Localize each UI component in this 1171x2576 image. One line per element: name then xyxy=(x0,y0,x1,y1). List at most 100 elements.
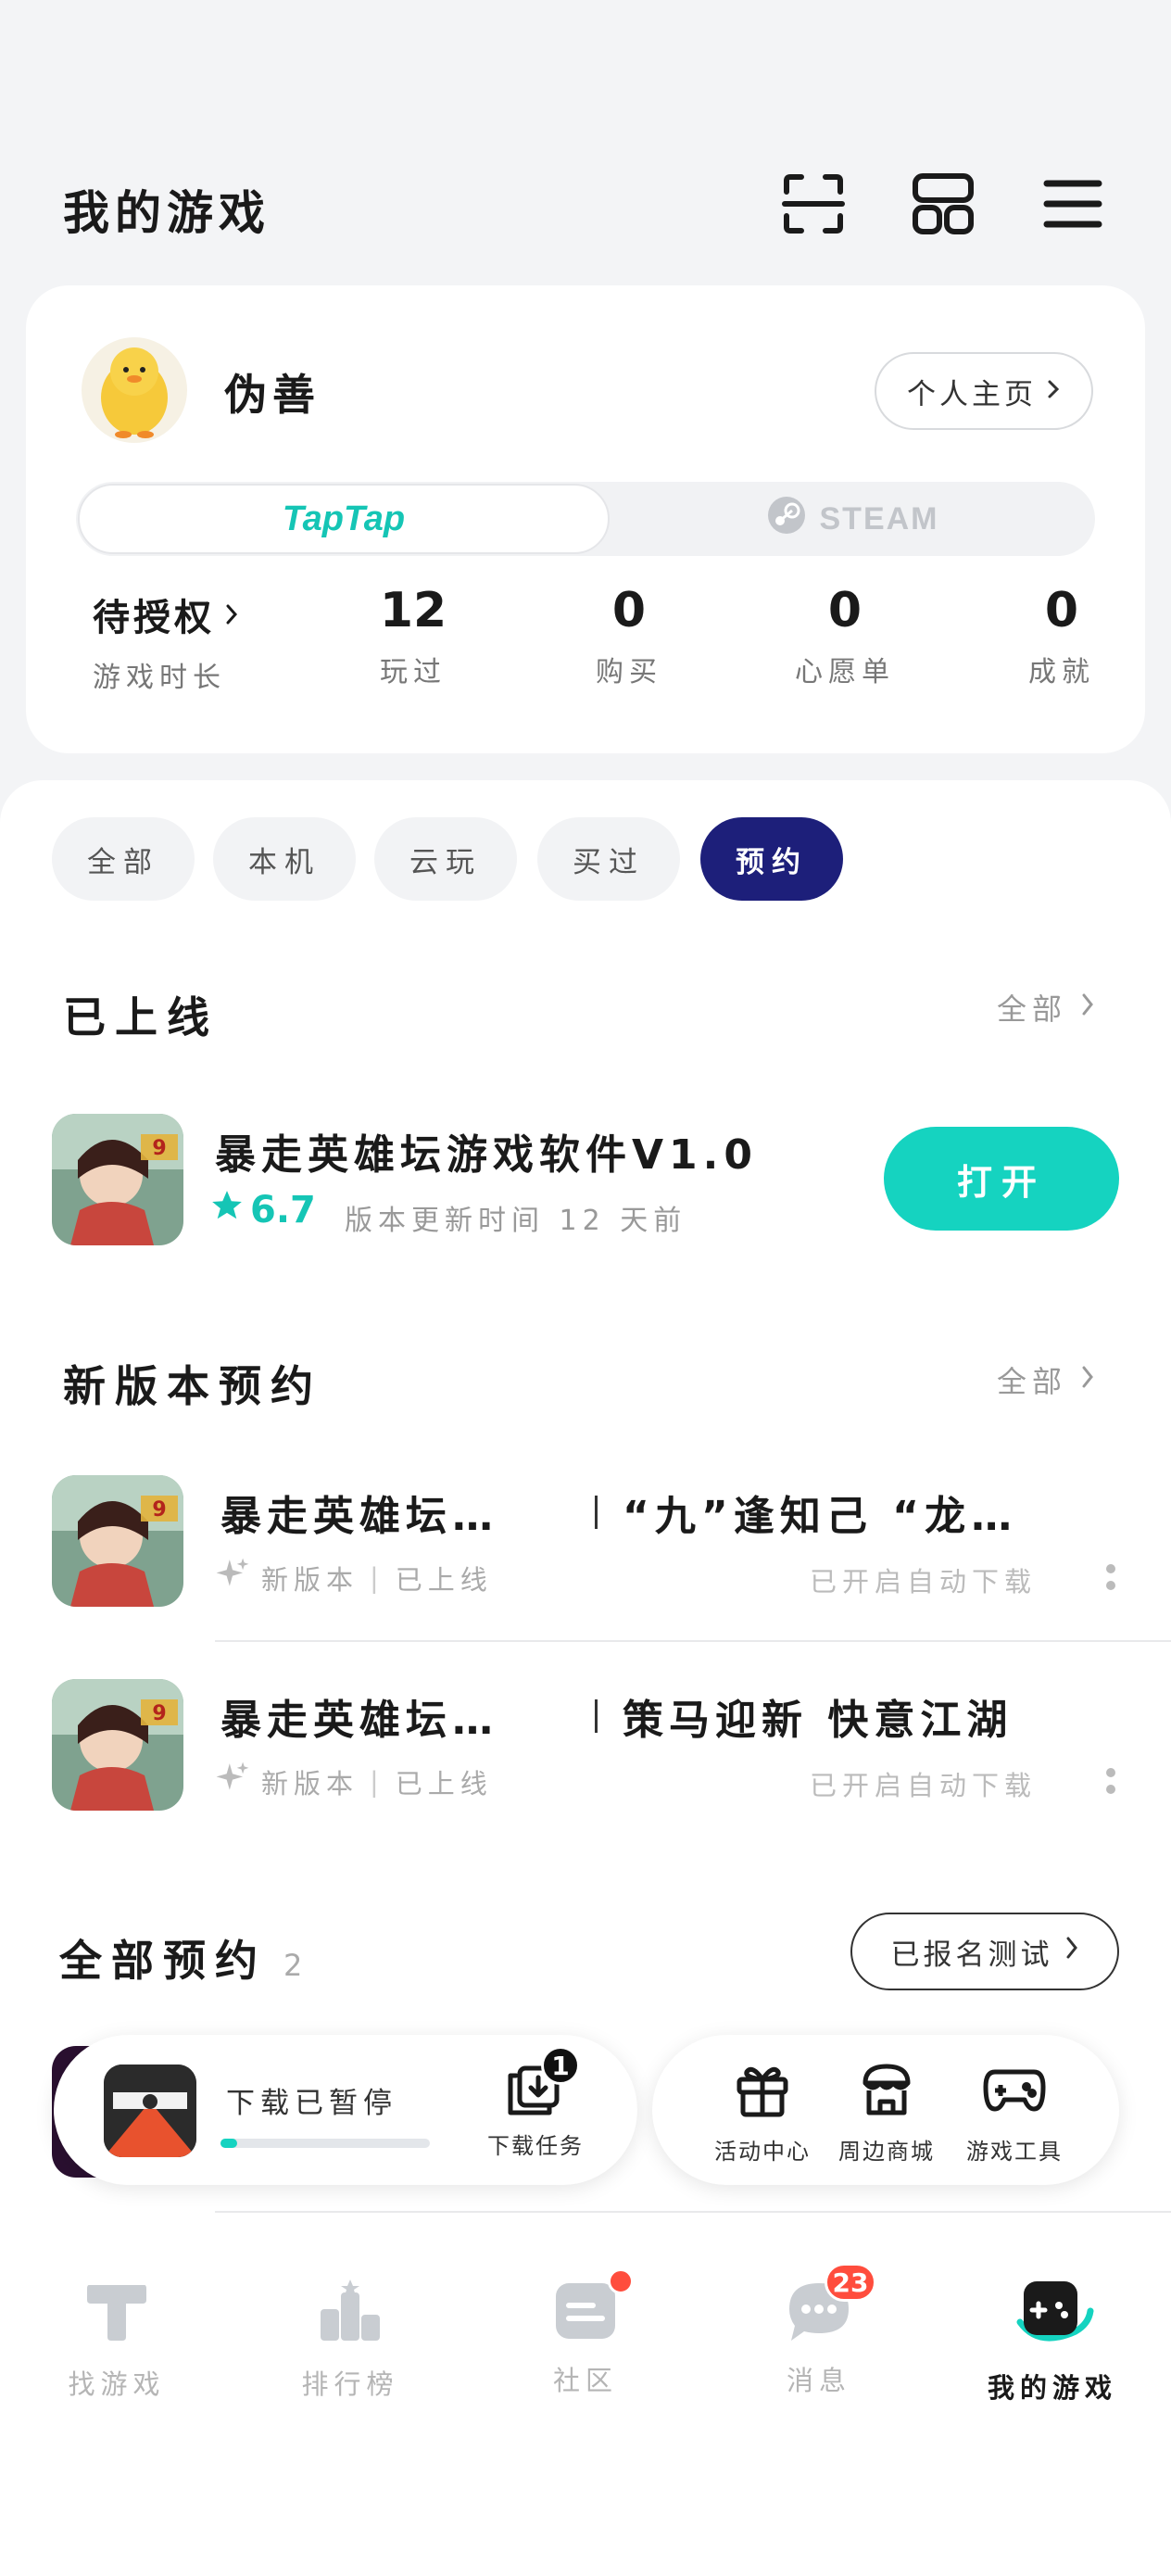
game-tools-button[interactable]: 游戏工具 xyxy=(945,2059,1084,2166)
reservation-headline[interactable]: 策马迎新 快意江湖 xyxy=(623,1686,1013,1746)
download-tasks-label: 下载任务 xyxy=(487,2133,584,2159)
section-title-all-reservations: 全部预约 xyxy=(59,1936,267,1986)
stat-value: 12 xyxy=(379,583,447,638)
nav-label: 排行榜 xyxy=(301,2368,399,2400)
all-reservations-header: 全部预约 2 xyxy=(59,1927,302,1989)
filter-cloud[interactable]: 云玩 xyxy=(374,817,517,901)
homepage-label: 个人主页 xyxy=(907,377,1037,411)
steam-label: STEAM xyxy=(819,500,939,537)
see-all-label: 全部 xyxy=(997,1364,1068,1399)
layout-grid-icon[interactable] xyxy=(908,169,978,239)
chevron-right-icon xyxy=(1080,1362,1095,1397)
chevron-right-icon xyxy=(1064,1935,1079,1968)
new-version-see-all[interactable]: 全部 xyxy=(997,1358,1095,1401)
game-rating: 6.7 xyxy=(209,1188,316,1232)
auto-download-note: 已开启自动下载 xyxy=(810,1566,1038,1597)
download-progress-track xyxy=(220,2139,430,2148)
update-note: 版本更新时间 12 天前 xyxy=(345,1205,687,1237)
filter-purchased[interactable]: 买过 xyxy=(537,817,680,901)
more-options-icon[interactable] xyxy=(1106,1768,1115,1794)
game-icon[interactable]: 9 xyxy=(52,1114,183,1245)
bottom-nav: 找游戏 排行榜 社区 23 消息 我的游戏 xyxy=(0,2244,1171,2576)
personal-homepage-button[interactable]: 个人主页 xyxy=(875,352,1093,430)
nav-community[interactable]: 社区 xyxy=(493,2268,678,2398)
nav-label: 我的游戏 xyxy=(987,2372,1117,2404)
tab-taptap[interactable]: TapTap xyxy=(78,484,610,554)
nav-find-games[interactable]: 找游戏 xyxy=(24,2276,209,2402)
games-list-sheet: 全部 本机 云玩 买过 预约 已上线 全部 9 暴走英雄坛游戏软件V1.0 6.… xyxy=(0,780,1171,2244)
event-center-button[interactable]: 活动中心 xyxy=(693,2059,832,2166)
pending-authorization[interactable]: 待授权 游戏时长 xyxy=(93,587,239,695)
my-games-icon xyxy=(1011,2281,1094,2354)
sparkle-icon xyxy=(215,1557,250,1598)
reservation-meta: 新版本 | 已上线 xyxy=(215,1761,493,1802)
stat-label: 购买 xyxy=(596,656,662,688)
filter-local[interactable]: 本机 xyxy=(213,817,356,901)
pending-sub-label: 游戏时长 xyxy=(93,662,226,694)
nav-rankings[interactable]: 排行榜 xyxy=(258,2276,443,2402)
row-divider xyxy=(215,2211,1171,2213)
menu-icon[interactable] xyxy=(1038,169,1108,239)
rankings-icon xyxy=(315,2279,385,2350)
stat-wishlist[interactable]: 0 心愿单 xyxy=(752,580,938,689)
chevron-right-icon xyxy=(1080,990,1095,1025)
notification-dot xyxy=(608,2268,634,2294)
task-count-badge: 1 xyxy=(541,2046,580,2085)
reservation-game-name[interactable]: 暴走英雄坛… xyxy=(220,1483,498,1542)
stat-achievements[interactable]: 0 成就 xyxy=(969,580,1154,689)
svg-text:9: 9 xyxy=(152,1498,166,1522)
download-panel[interactable]: 下载已暂停 1 下载任务 xyxy=(54,2035,637,2185)
merch-store-button[interactable]: 周边商城 xyxy=(817,2059,956,2166)
reservation-meta: 新版本 | 已上线 xyxy=(215,1557,493,1598)
pending-label: 待授权 xyxy=(93,597,215,639)
signup-label: 已报名测试 xyxy=(890,1938,1053,1972)
tool-label: 活动中心 xyxy=(714,2139,811,2165)
profile-card: 伪善 个人主页 TapTap STEAM 待授权 游戏时长 12 玩过 0 购买 xyxy=(26,285,1145,753)
more-options-icon[interactable] xyxy=(1106,1564,1115,1590)
section-title-new-version: 新版本预约 xyxy=(63,1361,322,1411)
version-tag: 新版本 xyxy=(261,1767,359,1799)
steam-icon xyxy=(766,495,807,544)
nav-messages[interactable]: 23 消息 xyxy=(726,2263,912,2398)
online-see-all[interactable]: 全部 xyxy=(997,986,1095,1029)
game-icon[interactable]: 9 xyxy=(52,1679,183,1811)
scan-icon[interactable] xyxy=(778,169,849,239)
online-status: 已上线 xyxy=(395,1767,493,1799)
download-tasks-button[interactable]: 1 下载任务 xyxy=(471,2046,600,2160)
signed-up-tests-button[interactable]: 已报名测试 xyxy=(850,1913,1119,1990)
chevron-right-icon xyxy=(224,593,239,636)
auto-download-note: 已开启自动下载 xyxy=(810,1770,1038,1801)
title-divider xyxy=(595,1699,598,1733)
game-icon[interactable]: 9 xyxy=(52,1475,183,1607)
gift-icon xyxy=(732,2066,793,2124)
platform-switch: TapTap STEAM xyxy=(76,482,1095,556)
stat-played[interactable]: 12 玩过 xyxy=(321,580,506,689)
nav-label: 找游戏 xyxy=(68,2368,166,2400)
filter-reserved[interactable]: 预约 xyxy=(700,817,843,901)
reservation-game-name[interactable]: 暴走英雄坛… xyxy=(220,1686,498,1746)
message-count-badge: 23 xyxy=(825,2263,876,2302)
messages-icon xyxy=(784,2283,854,2350)
avatar[interactable] xyxy=(82,337,187,443)
version-tag: 新版本 xyxy=(261,1563,359,1596)
page-title: 我的游戏 xyxy=(63,186,271,240)
chevron-right-icon xyxy=(1046,374,1061,408)
nav-label: 消息 xyxy=(786,2365,851,2396)
downloading-game-icon xyxy=(104,2065,196,2157)
download-tasks-icon xyxy=(503,2065,568,2124)
stat-value: 0 xyxy=(611,583,647,638)
svg-text:9: 9 xyxy=(152,1702,166,1725)
nav-my-games[interactable]: 我的游戏 xyxy=(960,2276,1145,2406)
community-icon xyxy=(550,2283,621,2350)
tab-steam[interactable]: STEAM xyxy=(610,482,1095,556)
reservation-headline[interactable]: “九”逢知己 “龙… xyxy=(623,1483,1017,1542)
see-all-label: 全部 xyxy=(997,991,1068,1027)
open-game-button[interactable]: 打开 xyxy=(884,1127,1119,1231)
tool-label: 周边商城 xyxy=(838,2139,935,2165)
stat-purchased[interactable]: 0 购买 xyxy=(536,580,722,689)
online-status: 已上线 xyxy=(395,1563,493,1596)
game-name[interactable]: 暴走英雄坛游戏软件V1.0 xyxy=(215,1121,758,1181)
filter-all[interactable]: 全部 xyxy=(52,817,195,901)
star-icon xyxy=(209,1188,245,1232)
svg-text:9: 9 xyxy=(152,1137,166,1160)
